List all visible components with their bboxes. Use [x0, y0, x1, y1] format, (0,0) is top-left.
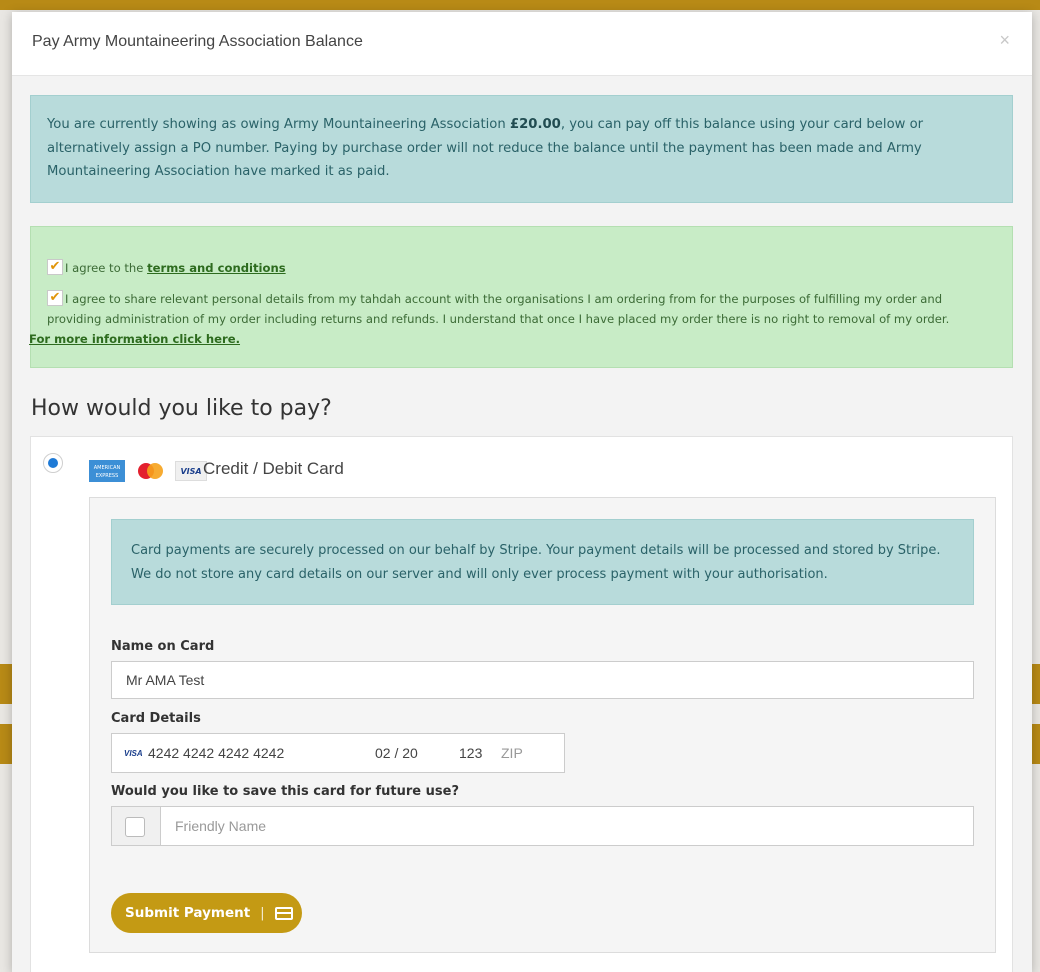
credit-card-icon: [274, 906, 293, 920]
agreements-panel: ✔ I agree to the terms and conditions ✔ …: [29, 226, 1013, 368]
more-info-link[interactable]: For more information click here.: [29, 329, 240, 349]
card-logos: AMERICAN EXPRESS VISA: [89, 460, 207, 482]
mastercard-logo-icon: [135, 460, 165, 482]
radio-selected-dot: [48, 458, 58, 468]
save-card-checkbox-addon: [111, 806, 161, 846]
card-details-label: Card Details: [111, 711, 201, 726]
payment-method-label: Credit / Debit Card: [203, 459, 344, 478]
share-details-agreement: I agree to share relevant personal detai…: [29, 289, 997, 349]
background-header-band: [0, 0, 1040, 10]
payment-modal: Pay Army Mountaineering Association Bala…: [12, 12, 1032, 972]
terms-checkbox[interactable]: ✔: [47, 259, 63, 275]
modal-header: Pay Army Mountaineering Association Bala…: [12, 12, 1032, 76]
card-expiry[interactable]: 02 / 20: [375, 745, 459, 761]
button-separator: |: [260, 905, 265, 921]
card-brand-icon: VISA: [124, 748, 143, 758]
friendly-name-input[interactable]: [161, 806, 974, 846]
balance-amount: £20.00: [509, 117, 561, 132]
balance-notice: You are currently showing as owing Army …: [30, 95, 1013, 203]
stripe-notice: Card payments are securely processed on …: [111, 519, 974, 605]
card-number[interactable]: 4242 4242 4242 4242: [148, 745, 375, 761]
card-payment-radio[interactable]: [43, 453, 63, 473]
card-details-input[interactable]: VISA 4242 4242 4242 4242 02 / 20 123 ZIP: [111, 733, 565, 773]
card-zip[interactable]: ZIP: [501, 745, 523, 761]
amex-logo-icon: AMERICAN EXPRESS: [89, 460, 125, 482]
card-form: Card payments are securely processed on …: [89, 497, 996, 953]
submit-payment-label: Submit Payment: [125, 905, 251, 921]
name-on-card-label: Name on Card: [111, 639, 215, 654]
submit-payment-button[interactable]: Submit Payment |: [111, 893, 302, 933]
terms-prefix: I agree to the: [65, 261, 148, 275]
share-details-text: I agree to share relevant personal detai…: [47, 292, 950, 326]
modal-body: You are currently showing as owing Army …: [12, 76, 1032, 972]
balance-text-before: You are currently showing as owing Army …: [47, 117, 510, 132]
modal-title: Pay Army Mountaineering Association Bala…: [32, 33, 363, 50]
save-card-checkbox[interactable]: [125, 817, 145, 837]
payment-heading: How would you like to pay?: [31, 396, 332, 421]
payment-method-panel: AMERICAN EXPRESS VISA Credit / Debit Car…: [30, 436, 1013, 972]
card-cvc[interactable]: 123: [459, 745, 501, 761]
close-icon[interactable]: ×: [999, 30, 1010, 51]
save-card-label: Would you like to save this card for fut…: [111, 784, 460, 799]
terms-agreement: I agree to the terms and conditions: [65, 258, 286, 278]
name-on-card-input[interactable]: [111, 661, 974, 699]
save-card-group: [111, 806, 974, 846]
terms-link[interactable]: terms and conditions: [147, 261, 286, 275]
